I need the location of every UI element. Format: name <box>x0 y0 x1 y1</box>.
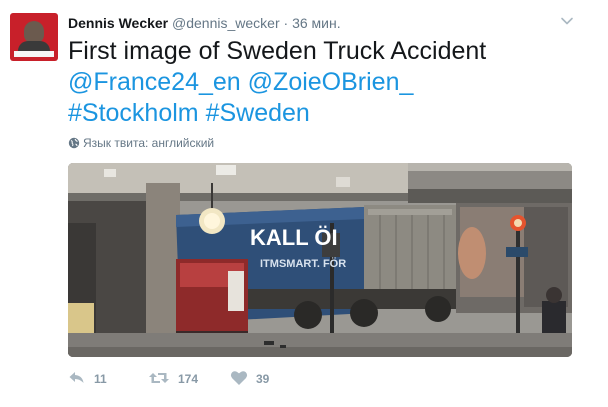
like-count: 39 <box>256 372 270 386</box>
hashtag-link[interactable]: #Stockholm <box>68 99 199 127</box>
hashtag-link[interactable]: #Sweden <box>206 99 310 127</box>
mention-link[interactable]: @France24_en <box>68 68 241 96</box>
mention-link[interactable]: @ZoieOBrien_ <box>248 68 414 96</box>
chevron-down-icon[interactable] <box>560 14 574 28</box>
header-separator: · <box>283 15 289 31</box>
author-handle[interactable]: @dennis_wecker <box>172 15 280 31</box>
truck-sign-top: KALL ÖI <box>250 225 338 250</box>
tweet-text-plain: First image of Sweden Truck Accident <box>68 37 487 65</box>
avatar-head <box>24 21 44 43</box>
reply-count: 11 <box>94 372 107 386</box>
author-name[interactable]: Dennis Wecker <box>68 15 168 31</box>
author-avatar[interactable] <box>10 13 58 61</box>
reply-button[interactable]: 11 <box>68 370 107 386</box>
truck-sign-bottom: ITMSMART. FÖR <box>260 257 346 270</box>
heart-icon <box>230 371 248 385</box>
tweet-language: Язык твита: английский <box>68 136 214 150</box>
globe-icon <box>68 137 80 149</box>
retweet-count: 174 <box>178 372 199 386</box>
tweet-photo[interactable]: KALL ÖI ITMSMART. FÖR <box>68 163 572 357</box>
accident-photo: KALL ÖI ITMSMART. FÖR <box>68 163 572 357</box>
avatar-caption-bar <box>14 51 54 57</box>
retweet-button[interactable]: 174 <box>148 370 198 386</box>
tweet-card: Dennis Wecker @dennis_wecker · 36 мин. F… <box>0 0 608 407</box>
like-button[interactable]: 39 <box>230 370 269 386</box>
tweet-header: Dennis Wecker @dennis_wecker · 36 мин. <box>68 14 341 32</box>
reply-icon <box>69 372 84 383</box>
tweet-timestamp[interactable]: 36 мин. <box>292 15 341 31</box>
tweet-text: First image of Sweden Truck Accident @Fr… <box>68 36 588 129</box>
retweet-icon <box>149 373 169 383</box>
tweet-language-label[interactable]: Язык твита: английский <box>83 136 214 150</box>
